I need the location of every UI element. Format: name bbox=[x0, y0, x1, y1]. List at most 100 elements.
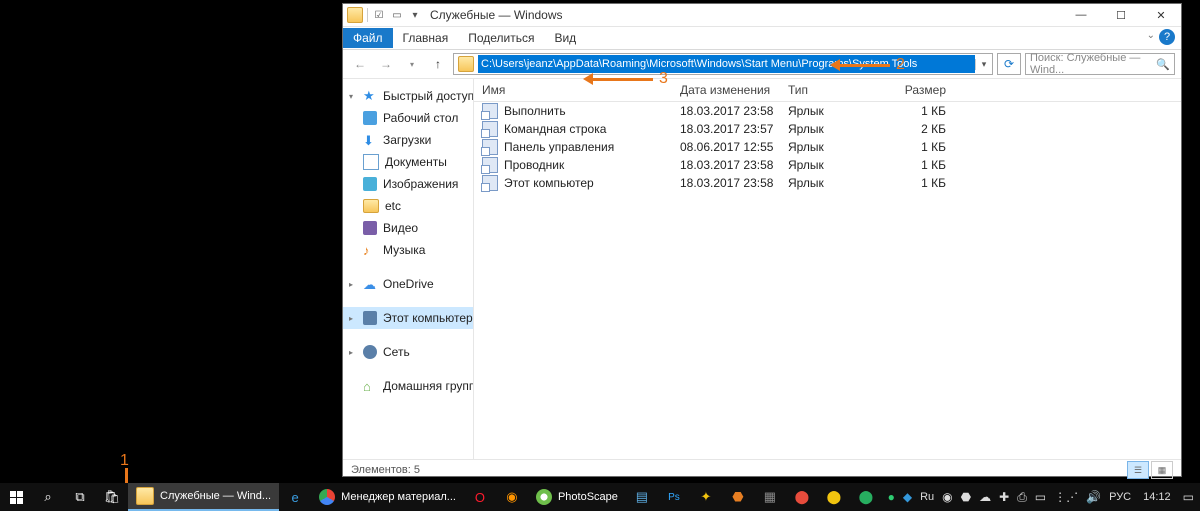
file-row[interactable]: Этот компьютер18.03.2017 23:58Ярлык1 КБ bbox=[474, 174, 1181, 192]
app-icon[interactable]: ▤ bbox=[626, 483, 658, 511]
tray-icon[interactable]: ⬣ bbox=[961, 490, 971, 504]
properties-icon[interactable]: ☑ bbox=[372, 8, 386, 22]
shortcut-icon bbox=[482, 175, 498, 191]
icons-view-button[interactable]: ▦ bbox=[1151, 461, 1173, 479]
tab-home[interactable]: Главная bbox=[393, 28, 459, 48]
app-icon[interactable]: ⬤ bbox=[850, 483, 882, 511]
navigation-bar: ← → ▾ ↑ C:\Users\jeanz\AppData\Roaming\M… bbox=[343, 50, 1181, 79]
windows-logo-icon bbox=[10, 491, 23, 504]
onedrive-tray-icon[interactable]: ☁ bbox=[979, 490, 991, 504]
taskbar-app-photoscape[interactable]: PhotoScape bbox=[528, 483, 626, 511]
opera-button[interactable]: O bbox=[464, 483, 496, 511]
task-view-button[interactable]: ⧉ bbox=[64, 483, 96, 511]
tray-icon[interactable]: ✚ bbox=[999, 490, 1009, 504]
tray-icon[interactable]: ◆ bbox=[903, 490, 912, 504]
file-row[interactable]: Выполнить18.03.2017 23:58Ярлык1 КБ bbox=[474, 102, 1181, 120]
edge-button[interactable]: e bbox=[279, 483, 311, 511]
file-type: Ярлык bbox=[780, 140, 878, 154]
search-box[interactable]: Поиск: Служебные — Wind... 🔍 bbox=[1025, 53, 1175, 75]
file-name: Выполнить bbox=[504, 104, 566, 118]
nav-history-dropdown[interactable]: ▾ bbox=[401, 53, 423, 75]
tray-icon[interactable]: ● bbox=[888, 490, 895, 504]
file-row[interactable]: Проводник18.03.2017 23:58Ярлык1 КБ bbox=[474, 156, 1181, 174]
volume-icon[interactable]: 🔊 bbox=[1086, 490, 1101, 504]
nav-this-pc[interactable]: ▸Этот компьютер bbox=[343, 307, 473, 329]
explorer-body: ▾★Быстрый доступ Рабочий стол ⬇Загрузки … bbox=[343, 79, 1181, 459]
action-center-button[interactable]: ▭ bbox=[1183, 490, 1194, 504]
help-icon[interactable]: ? bbox=[1159, 29, 1175, 45]
col-date[interactable]: Дата изменения bbox=[672, 83, 780, 97]
shortcut-icon bbox=[482, 103, 498, 119]
nav-up-button[interactable]: ↑ bbox=[427, 53, 449, 75]
chevron-right-icon[interactable]: ▸ bbox=[349, 280, 353, 289]
file-name: Панель управления bbox=[504, 140, 614, 154]
col-type[interactable]: Тип bbox=[780, 83, 878, 97]
file-row[interactable]: Панель управления08.06.2017 12:55Ярлык1 … bbox=[474, 138, 1181, 156]
app-icon[interactable]: ⬤ bbox=[786, 483, 818, 511]
wifi-icon[interactable]: ⋮⋰ bbox=[1054, 490, 1078, 504]
file-name: Командная строка bbox=[504, 122, 606, 136]
language-button[interactable]: РУС bbox=[1109, 491, 1131, 503]
address-bar[interactable]: C:\Users\jeanz\AppData\Roaming\Microsoft… bbox=[453, 53, 993, 75]
file-list[interactable]: 3 Выполнить18.03.2017 23:58Ярлык1 КБКома… bbox=[474, 102, 1181, 459]
qat-dropdown-icon[interactable]: ▾ bbox=[408, 8, 422, 22]
tab-file[interactable]: Файл bbox=[343, 28, 393, 48]
battery-icon[interactable]: ▭ bbox=[1035, 490, 1046, 504]
nav-etc[interactable]: etc bbox=[343, 195, 473, 217]
store-button[interactable]: 🛍 bbox=[96, 483, 128, 511]
chevron-right-icon[interactable]: ▸ bbox=[349, 348, 353, 357]
tab-view[interactable]: Вид bbox=[544, 28, 586, 48]
refresh-button[interactable]: ⟳ bbox=[997, 53, 1021, 75]
pictures-icon bbox=[363, 177, 377, 191]
close-button[interactable]: ✕ bbox=[1141, 4, 1181, 26]
col-size[interactable]: Размер bbox=[878, 83, 954, 97]
taskbar-app-chrome[interactable]: Менеджер материал... bbox=[311, 483, 464, 511]
file-date: 18.03.2017 23:58 bbox=[672, 176, 780, 190]
tray-icon[interactable]: ⎙ bbox=[1017, 490, 1027, 505]
folder-icon bbox=[136, 487, 154, 505]
col-name[interactable]: Имя bbox=[474, 83, 672, 97]
new-folder-icon[interactable]: ▭ bbox=[390, 8, 404, 22]
app-icon[interactable]: ✦ bbox=[690, 483, 722, 511]
minimize-button[interactable]: — bbox=[1061, 4, 1101, 26]
shortcut-icon bbox=[482, 139, 498, 155]
taskbar-app-explorer[interactable]: Служебные — Wind... bbox=[128, 483, 279, 511]
nav-forward-button[interactable]: → bbox=[375, 53, 397, 75]
address-path[interactable]: C:\Users\jeanz\AppData\Roaming\Microsoft… bbox=[478, 55, 975, 73]
tray-icon[interactable]: ◉ bbox=[942, 490, 952, 504]
chevron-down-icon[interactable]: ▾ bbox=[349, 92, 353, 101]
nav-downloads[interactable]: ⬇Загрузки bbox=[343, 129, 473, 151]
nav-back-button[interactable]: ← bbox=[349, 53, 371, 75]
titlebar[interactable]: ☑ ▭ ▾ Служебные — Windows — ☐ ✕ bbox=[343, 4, 1181, 27]
shortcut-icon bbox=[482, 121, 498, 137]
lang-indicator[interactable]: Ru bbox=[920, 491, 934, 503]
file-row[interactable]: Командная строка18.03.2017 23:57Ярлык2 К… bbox=[474, 120, 1181, 138]
nav-music[interactable]: ♪Музыка bbox=[343, 239, 473, 261]
nav-pictures[interactable]: Изображения bbox=[343, 173, 473, 195]
nav-homegroup[interactable]: ⌂Домашняя группа bbox=[343, 375, 473, 397]
chevron-right-icon[interactable]: ▸ bbox=[349, 314, 353, 323]
clock[interactable]: 14:12 bbox=[1139, 491, 1175, 503]
pc-icon bbox=[363, 311, 377, 325]
photoshop-button[interactable]: Ps bbox=[658, 483, 690, 511]
maximize-button[interactable]: ☐ bbox=[1101, 4, 1141, 26]
firefox-button[interactable]: ◉ bbox=[496, 483, 528, 511]
app-icon[interactable]: ▦ bbox=[754, 483, 786, 511]
nav-videos[interactable]: Видео bbox=[343, 217, 473, 239]
tab-share[interactable]: Поделиться bbox=[458, 28, 544, 48]
start-button[interactable] bbox=[0, 483, 32, 511]
nav-quick-access[interactable]: ▾★Быстрый доступ bbox=[343, 85, 473, 107]
app-icon[interactable]: ⬤ bbox=[818, 483, 850, 511]
app-icon[interactable]: ⬣ bbox=[722, 483, 754, 511]
ribbon-expand-icon[interactable]: ⌄ bbox=[1147, 30, 1155, 41]
navigation-pane[interactable]: ▾★Быстрый доступ Рабочий стол ⬇Загрузки … bbox=[343, 79, 474, 459]
nav-network[interactable]: ▸Сеть bbox=[343, 341, 473, 363]
videos-icon bbox=[363, 221, 377, 235]
nav-desktop[interactable]: Рабочий стол bbox=[343, 107, 473, 129]
address-dropdown-icon[interactable]: ▾ bbox=[975, 59, 992, 70]
details-view-button[interactable]: ☰ bbox=[1127, 461, 1149, 479]
nav-onedrive[interactable]: ▸☁OneDrive bbox=[343, 273, 473, 295]
taskbar[interactable]: ⌕ ⧉ 🛍 Служебные — Wind... e Менеджер мат… bbox=[0, 483, 1200, 511]
search-button[interactable]: ⌕ bbox=[32, 483, 64, 511]
nav-documents[interactable]: Документы bbox=[343, 151, 473, 173]
